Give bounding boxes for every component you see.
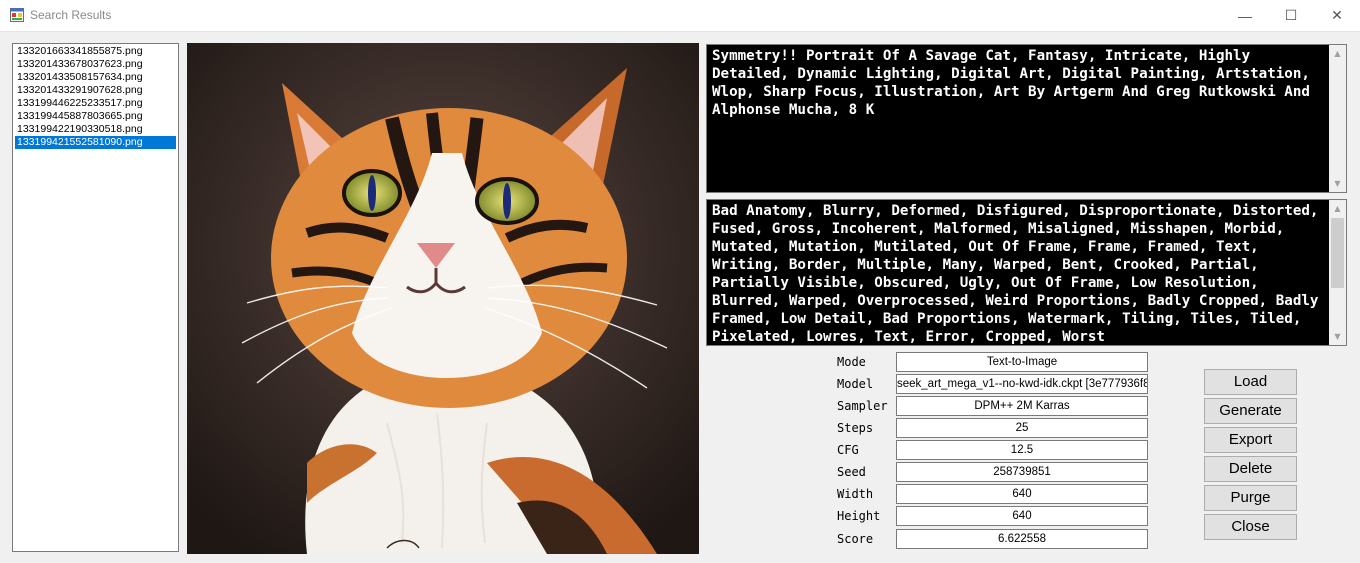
steps-field[interactable]: 25: [896, 418, 1148, 438]
cfg-label: CFG: [837, 443, 859, 457]
file-list-item[interactable]: 133201433291907628.png: [15, 84, 176, 97]
steps-label: Steps: [837, 421, 874, 435]
file-list-item[interactable]: 133199422190330518.png: [15, 123, 176, 136]
scroll-down-icon[interactable]: ▼: [1329, 328, 1346, 345]
scroll-down-icon[interactable]: ▼: [1329, 175, 1346, 192]
delete-button[interactable]: Delete: [1204, 456, 1297, 482]
height-field[interactable]: 640: [896, 506, 1148, 526]
prompt-text: Symmetry!! Portrait Of A Savage Cat, Fan…: [712, 48, 1310, 118]
sampler-label: Sampler: [837, 399, 888, 413]
generate-button[interactable]: Generate: [1204, 398, 1297, 424]
seed-field[interactable]: 258739851: [896, 462, 1148, 482]
height-label: Height: [837, 509, 881, 523]
scroll-up-icon[interactable]: ▲: [1329, 45, 1346, 62]
file-list-item[interactable]: 133201433678037623.png: [15, 58, 176, 71]
load-button[interactable]: Load: [1204, 369, 1297, 395]
width-label: Width: [837, 487, 874, 501]
scrollbar-thumb[interactable]: [1331, 218, 1344, 288]
score-label: Score: [837, 532, 874, 546]
cfg-field[interactable]: 12.5: [896, 440, 1148, 460]
results-file-list[interactable]: 133201663341855875.png 13320143367803762…: [12, 43, 179, 552]
purge-button[interactable]: Purge: [1204, 485, 1297, 511]
minimize-icon: —: [1238, 7, 1252, 24]
model-field[interactable]: seek_art_mega_v1--no-kwd-idk.ckpt [3e777…: [896, 374, 1148, 394]
mode-label: Mode: [837, 355, 866, 369]
prompt-scrollbar[interactable]: ▲ ▼: [1329, 45, 1346, 192]
maximize-icon: ☐: [1284, 7, 1298, 23]
seed-label: Seed: [837, 465, 866, 479]
width-field[interactable]: 640: [896, 484, 1148, 504]
scroll-up-icon[interactable]: ▲: [1329, 200, 1346, 217]
maximize-button[interactable]: ☐: [1268, 0, 1314, 31]
sampler-field[interactable]: DPM++ 2M Karras: [896, 396, 1148, 416]
app-window-icon: [10, 8, 24, 22]
window-title: Search Results: [30, 8, 112, 22]
model-label: Model: [837, 377, 874, 391]
minimize-button[interactable]: —: [1222, 0, 1268, 31]
mode-field[interactable]: Text-to-Image: [896, 352, 1148, 372]
file-list-item[interactable]: 133199421552581090.png: [15, 136, 176, 149]
image-preview: [187, 43, 699, 554]
file-list-item[interactable]: 133199445887803665.png: [15, 110, 176, 123]
title-bar: Search Results — ☐ ✕: [0, 0, 1360, 32]
negative-prompt-scrollbar[interactable]: ▲ ▼: [1329, 200, 1346, 345]
close-window-button[interactable]: ✕: [1314, 0, 1360, 31]
prompt-textbox[interactable]: Symmetry!! Portrait Of A Savage Cat, Fan…: [706, 44, 1347, 193]
score-field[interactable]: 6.622558: [896, 529, 1148, 549]
close-button[interactable]: Close: [1204, 514, 1297, 540]
negative-prompt-text: Bad Anatomy, Blurry, Deformed, Disfigure…: [712, 203, 1319, 345]
file-list-item[interactable]: 133199446225233517.png: [15, 97, 176, 110]
negative-prompt-textbox[interactable]: Bad Anatomy, Blurry, Deformed, Disfigure…: [706, 199, 1347, 346]
close-icon: ✕: [1331, 7, 1343, 23]
file-list-item[interactable]: 133201433508157634.png: [15, 71, 176, 84]
file-list-item[interactable]: 133201663341855875.png: [15, 45, 176, 58]
cat-portrait-image: [187, 43, 699, 554]
export-button[interactable]: Export: [1204, 427, 1297, 453]
